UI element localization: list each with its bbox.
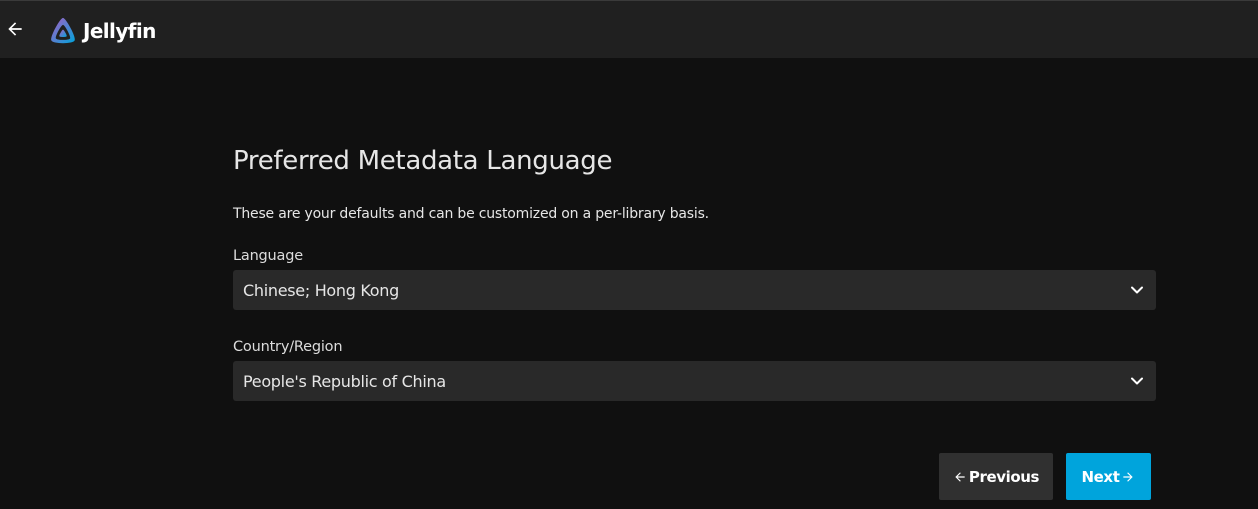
page-description: These are your defaults and can be custo… bbox=[233, 206, 709, 222]
arrow-left-icon bbox=[8, 22, 22, 36]
brand-name: Jellyfin bbox=[83, 19, 156, 43]
country-select-value: People's Republic of China bbox=[243, 371, 446, 391]
app-header: Jellyfin bbox=[0, 0, 1258, 58]
brand-home-link[interactable]: Jellyfin bbox=[48, 15, 156, 47]
page-title: Preferred Metadata Language bbox=[233, 146, 613, 176]
next-button-label: Next bbox=[1081, 467, 1120, 486]
arrow-right-icon bbox=[1123, 471, 1134, 482]
chevron-down-icon bbox=[1131, 286, 1143, 294]
language-select-value: Chinese; Hong Kong bbox=[243, 280, 399, 300]
arrow-left-icon bbox=[955, 471, 965, 482]
jellyfin-logo-icon bbox=[51, 17, 75, 44]
chevron-down-icon bbox=[1131, 377, 1143, 385]
back-button[interactable] bbox=[2, 16, 28, 42]
next-button[interactable]: Next bbox=[1066, 453, 1151, 500]
country-label: Country/Region bbox=[233, 339, 343, 355]
previous-button[interactable]: Previous bbox=[939, 453, 1053, 500]
country-select[interactable]: People's Republic of China bbox=[233, 361, 1156, 401]
previous-button-label: Previous bbox=[968, 467, 1040, 486]
language-label: Language bbox=[233, 248, 303, 264]
language-select[interactable]: Chinese; Hong Kong bbox=[233, 270, 1156, 310]
